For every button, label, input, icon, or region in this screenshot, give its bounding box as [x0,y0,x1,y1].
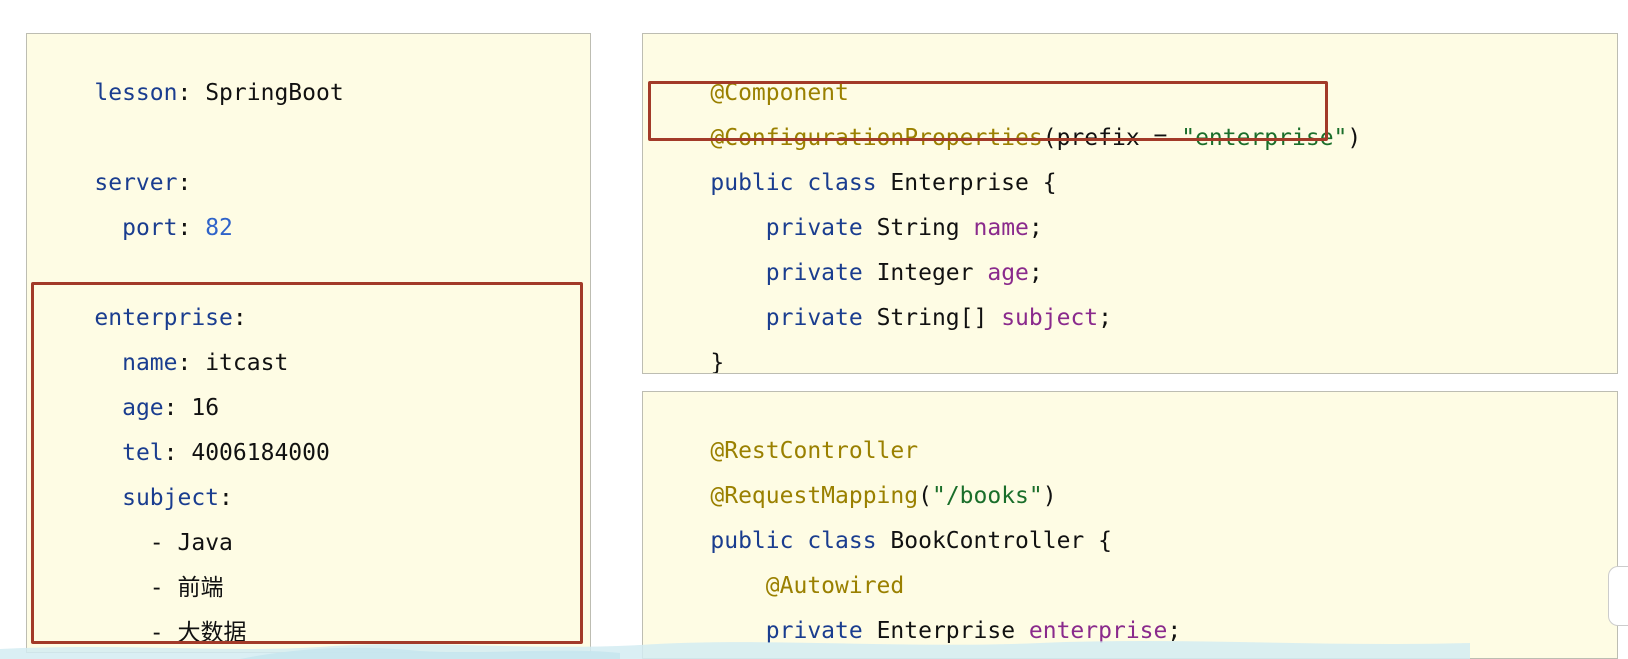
yaml-line-server: server: [94,170,192,196]
yaml-line-enterprise: enterprise: [94,305,247,331]
code-line: public class BookController { [710,528,1112,554]
yaml-line-subject: subject: [122,485,233,511]
yaml-value: 大数据 [177,620,247,646]
code-line: private Enterprise enterprise; [765,618,1182,644]
code-line: @Autowired [655,541,904,599]
code-line: @ConfigurationProperties(prefix = "enter… [710,125,1362,151]
code-line: } [710,350,725,374]
field-name: enterprise [1028,618,1168,644]
yaml-config-panel: lesson: SpringBoot server: port: 82 ente… [26,33,591,653]
yaml-key: lesson [94,80,178,106]
yaml-value: SpringBoot [205,80,344,106]
yaml-list-item: - Java [149,530,233,556]
yaml-line-lesson: lesson: SpringBoot [94,80,344,106]
yaml-value: 82 [205,215,233,241]
scroll-handle[interactable] [1608,566,1628,626]
keyword: private [765,305,863,331]
string-literal: "enterprise" [1181,125,1348,151]
code-line: private String name; [765,215,1043,241]
yaml-line-tel: tel: 4006184000 [122,440,330,466]
controller-class-panel: @RestController @RequestMapping("/books"… [642,391,1618,659]
code-line: @Component [655,48,848,106]
field-name: subject [1001,305,1099,331]
code-line: public class Enterprise { [710,170,1057,196]
yaml-line-port: port: 82 [122,215,233,241]
enterprise-class-panel: @Component @ConfigurationProperties(pref… [642,33,1618,374]
yaml-list-item: - 前端 [149,575,224,601]
code-line: private Integer age; [765,260,1043,286]
yaml-line-age: age: 16 [122,395,220,421]
keyword: private [765,618,863,644]
code-line: @RestController [655,406,918,464]
yaml-line-name: name: itcast [122,350,289,376]
yaml-list-item: - 大数据 [149,620,247,646]
code-line: @RequestMapping("/books") [710,483,1057,509]
code-line: private String[] subject; [765,305,1112,331]
yaml-key: port [122,215,178,241]
code-line: } [655,631,724,658]
